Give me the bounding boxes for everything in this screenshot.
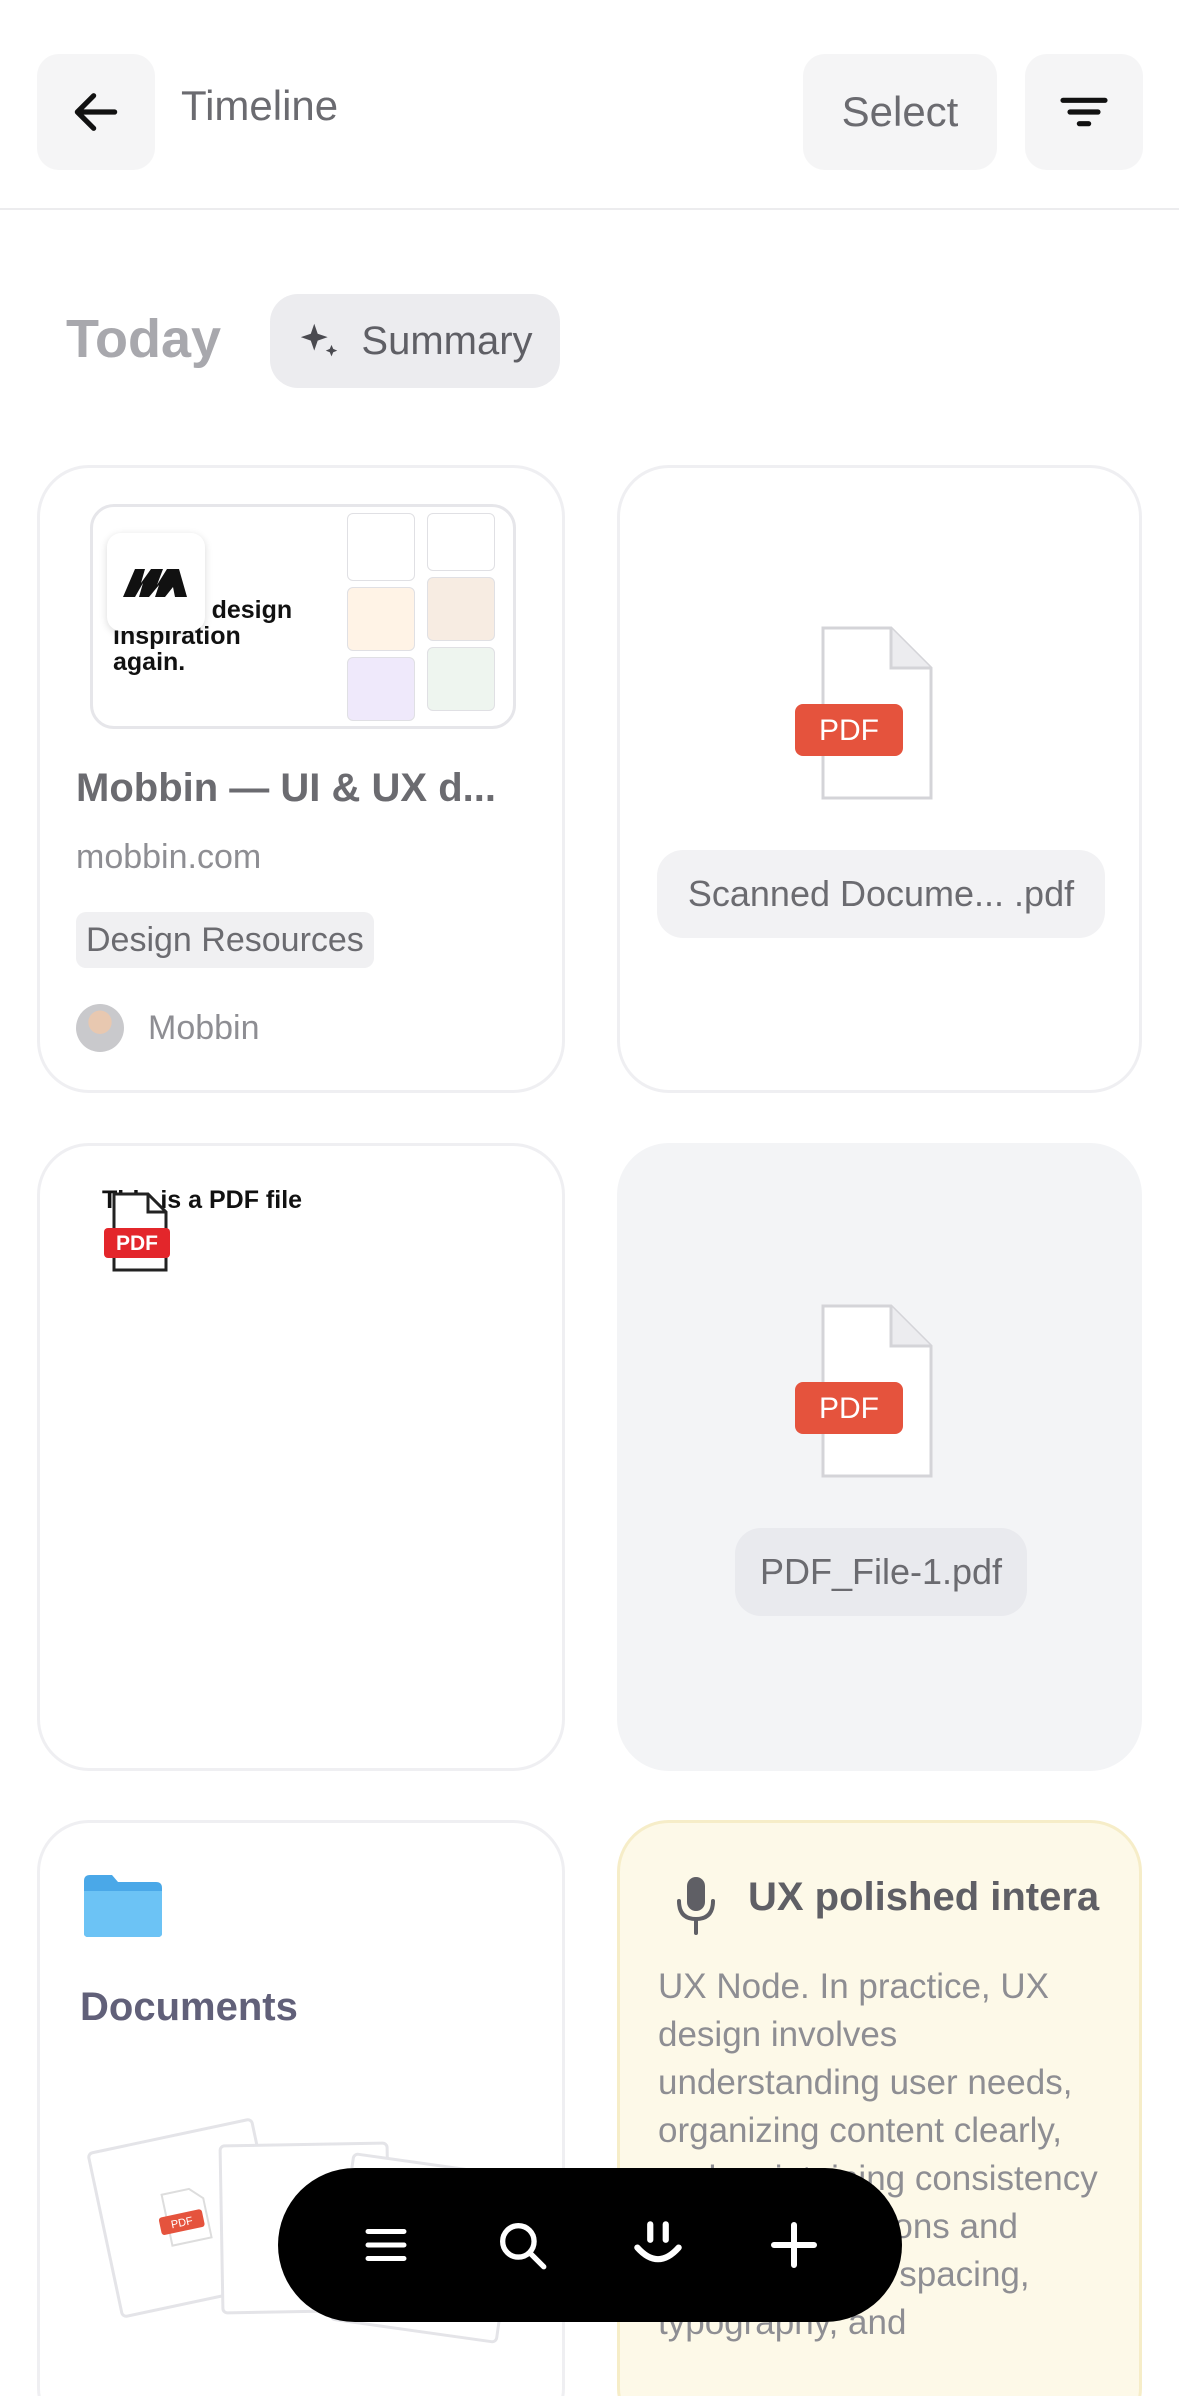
pdf-file-icon: PDF xyxy=(104,1192,170,1272)
search-button[interactable] xyxy=(482,2205,562,2285)
file-card-scanned-pdf[interactable]: PDF Scanned Docume... .pdf xyxy=(617,465,1142,1093)
author-name: Mobbin xyxy=(148,1008,260,1047)
arrow-left-icon xyxy=(74,93,118,131)
pdf-badge-text: PDF xyxy=(819,1392,879,1425)
file-card-pdf-file-1[interactable]: PDF PDF_File-1.pdf xyxy=(617,1143,1142,1771)
mobbin-logo-icon xyxy=(107,533,205,631)
pdf-file-icon: PDF xyxy=(158,2187,213,2247)
pdf-badge-text: PDF xyxy=(819,714,879,747)
bookmark-domain: mobbin.com xyxy=(76,838,262,876)
menu-icon xyxy=(365,2229,407,2261)
tag-chip[interactable]: Design Resources xyxy=(76,912,374,968)
assistant-button[interactable] xyxy=(618,2205,698,2285)
thumbnail-screens xyxy=(341,507,513,726)
plus-icon xyxy=(771,2222,817,2268)
pdf-file-icon: PDF xyxy=(795,626,933,800)
folder-title: Documents xyxy=(80,1985,298,2029)
filter-button[interactable] xyxy=(1025,54,1143,170)
pdf-file-icon: PDF xyxy=(795,1304,933,1478)
folder-icon xyxy=(84,1875,162,1937)
bottom-toolbar xyxy=(278,2168,902,2322)
smile-icon xyxy=(634,2221,682,2263)
bookmark-title: Mobbin — UI & UX d... xyxy=(76,766,496,810)
page-title: Timeline xyxy=(181,82,339,129)
pdf-badge-text: PDF xyxy=(116,1232,158,1255)
filename-label: PDF_File-1.pdf xyxy=(735,1528,1027,1616)
file-card-pdf-preview[interactable]: This is a PDF file PDF xyxy=(37,1143,565,1771)
top-bar: Timeline Select xyxy=(0,0,1179,210)
sparkle-icon xyxy=(301,323,338,357)
filter-lines-icon xyxy=(1060,97,1108,127)
section-heading-today: Today xyxy=(66,309,222,369)
menu-button[interactable] xyxy=(346,2205,426,2285)
avatar xyxy=(76,1004,124,1052)
bookmark-card-mobbin[interactable]: n out of design inspiration again. Mobbi… xyxy=(37,465,565,1093)
filename-label: Scanned Docume... .pdf xyxy=(657,850,1105,938)
select-button[interactable]: Select xyxy=(803,54,997,170)
summary-label: Summary xyxy=(361,318,533,363)
back-button[interactable] xyxy=(37,54,155,170)
voice-note-title: UX polished intera xyxy=(748,1875,1100,1919)
microphone-icon xyxy=(677,1877,715,1935)
search-icon xyxy=(500,2223,547,2270)
author-row: Mobbin xyxy=(76,1004,260,1052)
summary-button[interactable]: Summary xyxy=(270,294,560,388)
add-button[interactable] xyxy=(754,2205,834,2285)
link-thumbnail: n out of design inspiration again. xyxy=(90,504,516,729)
